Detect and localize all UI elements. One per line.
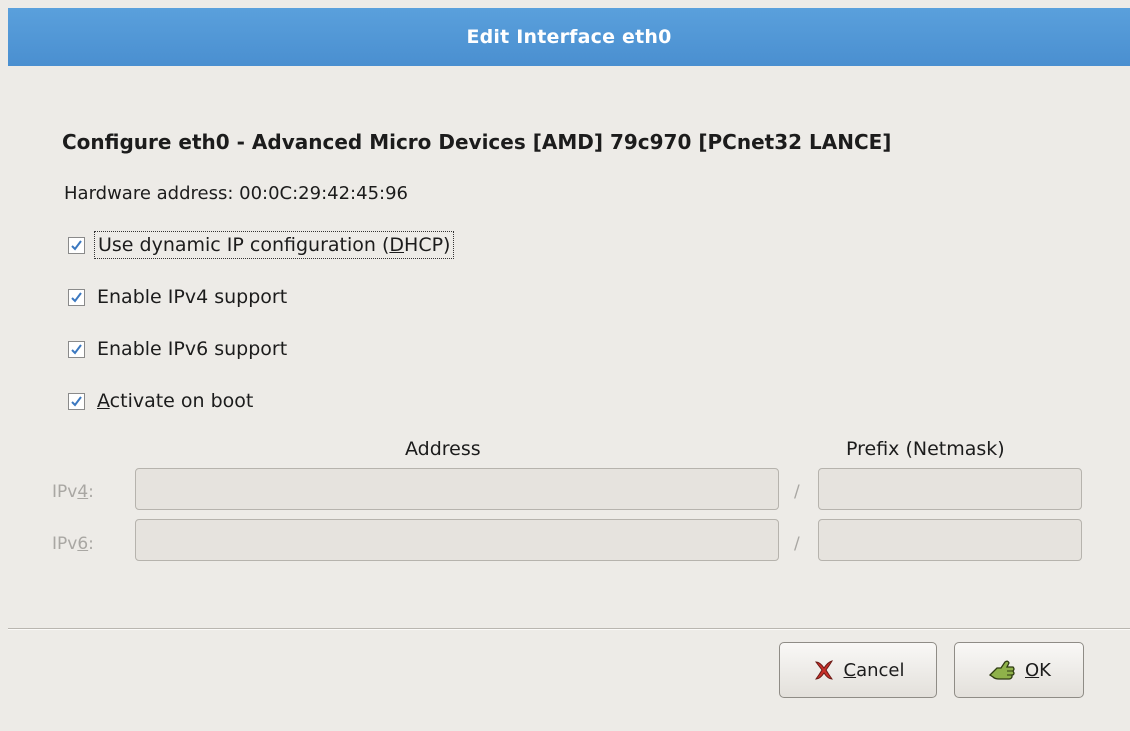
cancel-button[interactable]: Cancel: [779, 642, 937, 698]
dialog-title: Edit Interface eth0: [466, 26, 672, 48]
checkmark-icon: [71, 239, 82, 251]
ipv4-row-label: IPv4:: [52, 482, 94, 502]
ok-label: OK: [1025, 659, 1051, 681]
checkmark-icon: [71, 343, 82, 355]
ok-button[interactable]: OK: [954, 642, 1084, 698]
ipv6-slash: /: [794, 534, 800, 554]
configure-heading: Configure eth0 - Advanced Micro Devices …: [62, 130, 892, 154]
ipv4-prefix-input[interactable]: [818, 468, 1082, 510]
checkbox-box[interactable]: [68, 392, 85, 410]
hardware-address-label: Hardware address: 00:0C:29:42:45:96: [64, 183, 408, 204]
x-mark-icon: [812, 658, 836, 682]
ipv6-address-input[interactable]: [135, 519, 779, 561]
checkbox-box[interactable]: [68, 340, 85, 358]
checkmark-icon: [71, 395, 82, 407]
ipv4-support-checkbox[interactable]: Enable IPv4 support: [68, 282, 287, 312]
checkmark-icon: [71, 291, 82, 303]
dialog-titlebar: Edit Interface eth0: [8, 8, 1130, 66]
ipv4-slash: /: [794, 482, 800, 502]
dhcp-label: Use dynamic IP configuration (DHCP): [93, 231, 455, 259]
cancel-label: Cancel: [843, 659, 905, 681]
checkbox-box[interactable]: [68, 288, 85, 306]
prefix-column-header: Prefix (Netmask): [846, 438, 1005, 460]
button-separator: [8, 628, 1130, 630]
edit-interface-dialog: Edit Interface eth0 Configure eth0 - Adv…: [8, 8, 1130, 731]
ipv6-row-label: IPv6:: [52, 534, 94, 554]
dhcp-checkbox[interactable]: Use dynamic IP configuration (DHCP): [68, 230, 455, 260]
ipv4-address-input[interactable]: [135, 468, 779, 510]
address-column-header: Address: [405, 438, 481, 460]
ipv6-support-label: Enable IPv6 support: [97, 338, 288, 360]
checkbox-box[interactable]: [68, 236, 85, 254]
activate-on-boot-label: Activate on boot: [97, 390, 254, 412]
activate-on-boot-checkbox[interactable]: Activate on boot: [68, 386, 253, 416]
ok-hand-icon: [987, 657, 1017, 683]
ipv6-support-checkbox[interactable]: Enable IPv6 support: [68, 334, 287, 364]
ipv4-support-label: Enable IPv4 support: [97, 286, 288, 308]
ipv6-prefix-input[interactable]: [818, 519, 1082, 561]
